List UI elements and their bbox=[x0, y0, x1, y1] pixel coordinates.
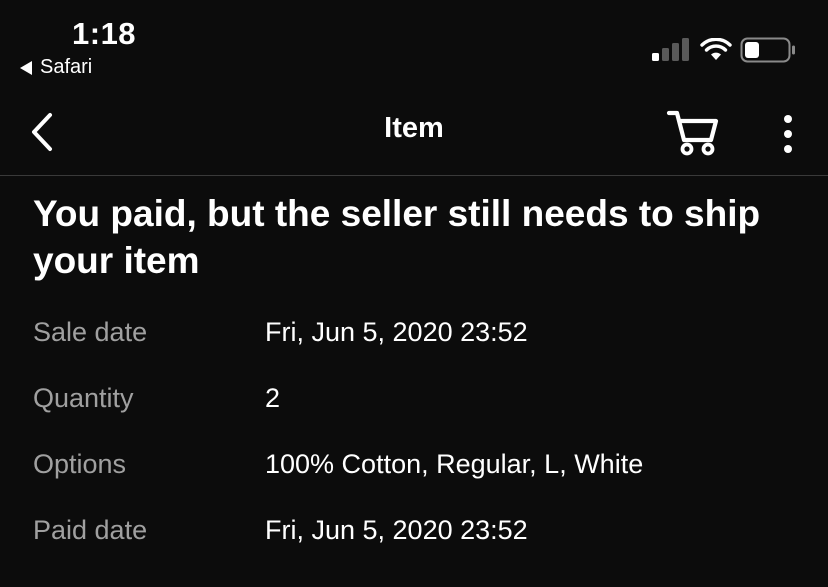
detail-label: Quantity bbox=[33, 383, 134, 413]
back-to-app-link[interactable]: Safari bbox=[20, 56, 92, 79]
order-status-headline: You paid, but the seller still needs to … bbox=[33, 193, 761, 281]
battery-icon bbox=[740, 37, 795, 63]
back-triangle-icon bbox=[20, 60, 32, 75]
detail-value: 2 bbox=[265, 383, 281, 413]
status-time: 1:18 bbox=[72, 16, 137, 51]
detail-value: Fri, Jun 5, 2020 23:52 bbox=[265, 317, 528, 347]
cutoff-row-fragment bbox=[265, 580, 349, 587]
detail-label: Sale date bbox=[33, 317, 148, 347]
status-bar: 1:18 Safari bbox=[0, 0, 828, 92]
detail-row-paid-date: Paid date Fri, Jun 5, 2020 23:52 bbox=[33, 515, 813, 555]
wifi-icon bbox=[700, 38, 732, 60]
back-app-label: Safari bbox=[40, 56, 93, 78]
detail-value: 100% Cotton, Regular, L, White bbox=[265, 449, 644, 479]
more-options-button[interactable] bbox=[776, 112, 800, 156]
detail-row-options: Options 100% Cotton, Regular, L, White bbox=[33, 449, 813, 489]
more-vertical-icon bbox=[784, 115, 792, 153]
navigation-bar: Item bbox=[0, 92, 828, 175]
cart-icon bbox=[666, 110, 719, 156]
cart-button[interactable] bbox=[666, 108, 720, 158]
detail-row-sale-date: Sale date Fri, Jun 5, 2020 23:52 bbox=[33, 317, 813, 357]
detail-row-quantity: Quantity 2 bbox=[33, 383, 813, 423]
nav-divider bbox=[0, 175, 828, 176]
cellular-signal-icon bbox=[652, 38, 689, 61]
detail-label: Options bbox=[33, 449, 127, 479]
detail-label: Paid date bbox=[33, 515, 148, 545]
detail-value: Fri, Jun 5, 2020 23:52 bbox=[265, 515, 528, 545]
